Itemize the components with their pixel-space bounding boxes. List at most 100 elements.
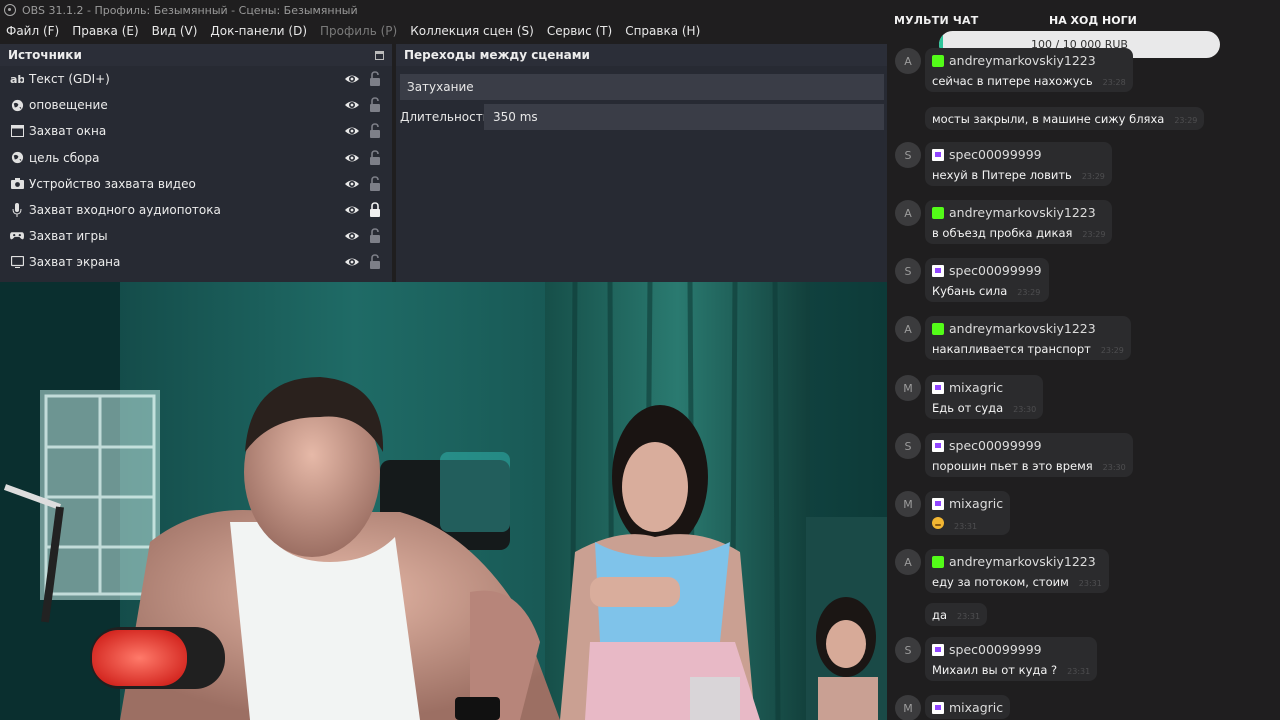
twitch-logo-icon <box>932 643 944 656</box>
chat-timestamp: 23:31 <box>1078 579 1102 588</box>
chat-title: МУЛЬТИ ЧАТ <box>894 14 979 27</box>
visibility-eye-icon[interactable] <box>345 151 359 165</box>
menu-scene-collection[interactable]: Коллекция сцен (S) <box>410 24 534 38</box>
transition-select[interactable]: Затухание <box>400 74 884 100</box>
camera-icon <box>10 177 24 191</box>
source-item[interactable]: Устройство захвата видео <box>0 171 392 197</box>
source-item[interactable]: оповещение <box>0 92 392 118</box>
lock-closed-icon[interactable] <box>369 202 381 217</box>
obs-logo-icon <box>4 4 16 16</box>
visibility-eye-icon[interactable] <box>345 203 359 217</box>
kick-logo-icon <box>932 54 944 67</box>
visibility-eye-icon[interactable] <box>345 177 359 191</box>
monitor-icon <box>10 255 24 269</box>
multi-chat-panel: МУЛЬТИ ЧАТ НА ХОД НОГИ 100 / 10 000 RUB … <box>887 0 1280 720</box>
chat-bubble: mixagric Едь от суда 23:30 <box>925 375 1044 419</box>
window-icon <box>10 124 24 138</box>
user-avatar: S <box>895 637 921 663</box>
menu-docks[interactable]: Док-панели (D) <box>210 24 307 38</box>
chat-bubble: да 23:31 <box>925 603 988 626</box>
chat-bubble: spec00099999 порошин пьет в это время 23:3… <box>925 433 1133 477</box>
chat-username-row: andreymarkovskiy1223 <box>932 554 1102 569</box>
lock-open-icon[interactable] <box>369 97 381 113</box>
chat-username[interactable]: mixagric <box>949 380 1003 395</box>
kick-logo-icon <box>932 206 944 219</box>
lock-open-icon[interactable] <box>369 123 381 139</box>
lock-open-icon[interactable] <box>369 254 381 270</box>
source-item[interactable]: Захват экрана <box>0 249 392 275</box>
goal-title: НА ХОД НОГИ <box>1049 14 1137 27</box>
lock-open-icon[interactable] <box>369 149 381 165</box>
chat-username[interactable]: spec00099999 <box>949 147 1042 162</box>
source-item[interactable]: цель сбора <box>0 145 392 171</box>
chat-timestamp: 23:31 <box>957 612 981 621</box>
obs-title-bar: OBS 31.1.2 - Профиль: Безымянный - Сцены… <box>0 0 887 20</box>
grimace-emoji <box>932 517 944 529</box>
chat-username[interactable]: andreymarkovskiy1223 <box>949 53 1096 68</box>
menu-file[interactable]: Файл (F) <box>6 24 59 38</box>
undock-icon[interactable] <box>375 50 384 60</box>
transitions-dock: Переходы между сценами Затухание Длитель… <box>396 44 887 282</box>
chat-bubble: mixagric 23:31 <box>925 491 1011 535</box>
visibility-eye-icon[interactable] <box>345 255 359 269</box>
visibility-eye-icon[interactable] <box>345 124 359 138</box>
twitch-logo-icon <box>932 701 944 714</box>
menu-view[interactable]: Вид (V) <box>152 24 198 38</box>
visibility-eye-icon[interactable] <box>345 72 359 86</box>
chat-username-row: spec00099999 <box>932 263 1042 278</box>
lock-open-icon[interactable] <box>369 228 381 244</box>
menu-profile: Профиль (P) <box>320 24 398 38</box>
chat-username[interactable]: andreymarkovskiy1223 <box>949 205 1096 220</box>
window-title: OBS 31.1.2 - Профиль: Безымянный - Сцены… <box>22 3 358 17</box>
chat-timestamp: 23:29 <box>1081 172 1105 181</box>
chat-username-row: mixagric <box>932 496 1003 511</box>
menu-edit[interactable]: Правка (E) <box>72 24 138 38</box>
source-item[interactable]: Захват окна <box>0 118 392 144</box>
chat-username-row: andreymarkovskiy1223 <box>932 321 1124 336</box>
chat-bubble: mixagric <box>925 695 1011 719</box>
user-avatar: S <box>895 142 921 168</box>
source-label: Захват игры <box>29 229 108 244</box>
chat-username[interactable]: spec00099999 <box>949 642 1042 657</box>
chat-timestamp: 23:31 <box>954 522 978 531</box>
source-label: Захват входного аудиопотока <box>29 203 221 218</box>
chat-username-row: andreymarkovskiy1223 <box>932 205 1105 220</box>
user-avatar: S <box>895 433 921 459</box>
menu-help[interactable]: Справка (H) <box>625 24 700 38</box>
chat-username[interactable]: andreymarkovskiy1223 <box>949 321 1096 336</box>
user-avatar: M <box>895 695 921 720</box>
source-item[interactable]: ab Текст (GDI+) <box>0 66 392 92</box>
chat-username-row: andreymarkovskiy1223 <box>932 53 1126 68</box>
visibility-eye-icon[interactable] <box>345 229 359 243</box>
menu-tools[interactable]: Сервис (T) <box>547 24 612 38</box>
chat-message-text: в объезд пробка дикая <box>932 226 1073 240</box>
chat-message-text: сейчас в питере нахожусь <box>932 74 1093 88</box>
twitch-logo-icon <box>932 381 944 394</box>
chat-message-text: нехуй в Питере ловить <box>932 168 1072 182</box>
chat-username[interactable]: mixagric <box>949 700 1003 715</box>
browser-icon <box>10 151 24 165</box>
user-avatar: A <box>895 549 921 575</box>
source-item[interactable]: Захват входного аудиопотока <box>0 197 392 223</box>
duration-input[interactable]: 350 ms <box>484 104 884 130</box>
svg-text:ab: ab <box>10 73 24 85</box>
chat-username[interactable]: spec00099999 <box>949 263 1042 278</box>
twitch-logo-icon <box>932 264 944 277</box>
user-avatar: M <box>895 375 921 401</box>
browser-icon <box>10 98 24 112</box>
visibility-eye-icon[interactable] <box>345 98 359 112</box>
transitions-title: Переходы между сценами <box>404 48 590 62</box>
lock-open-icon[interactable] <box>369 71 381 86</box>
sources-list: ab Текст (GDI+) оповещение Захват окна цель … <box>0 66 392 276</box>
source-label: цель сбора <box>29 150 100 165</box>
chat-username[interactable]: spec00099999 <box>949 438 1042 453</box>
chat-username[interactable]: andreymarkovskiy1223 <box>949 554 1096 569</box>
source-item[interactable]: Захват игры <box>0 223 392 249</box>
transitions-dock-header: Переходы между сценами <box>396 44 887 66</box>
chat-username[interactable]: mixagric <box>949 496 1003 511</box>
user-avatar: S <box>895 258 921 284</box>
chat-bubble: spec00099999 нехуй в Питере ловить 23:29 <box>925 142 1112 186</box>
chat-bubble: andreymarkovskiy1223 сейчас в питере нахо… <box>925 48 1133 92</box>
twitch-logo-icon <box>932 497 944 510</box>
lock-open-icon[interactable] <box>369 175 381 191</box>
